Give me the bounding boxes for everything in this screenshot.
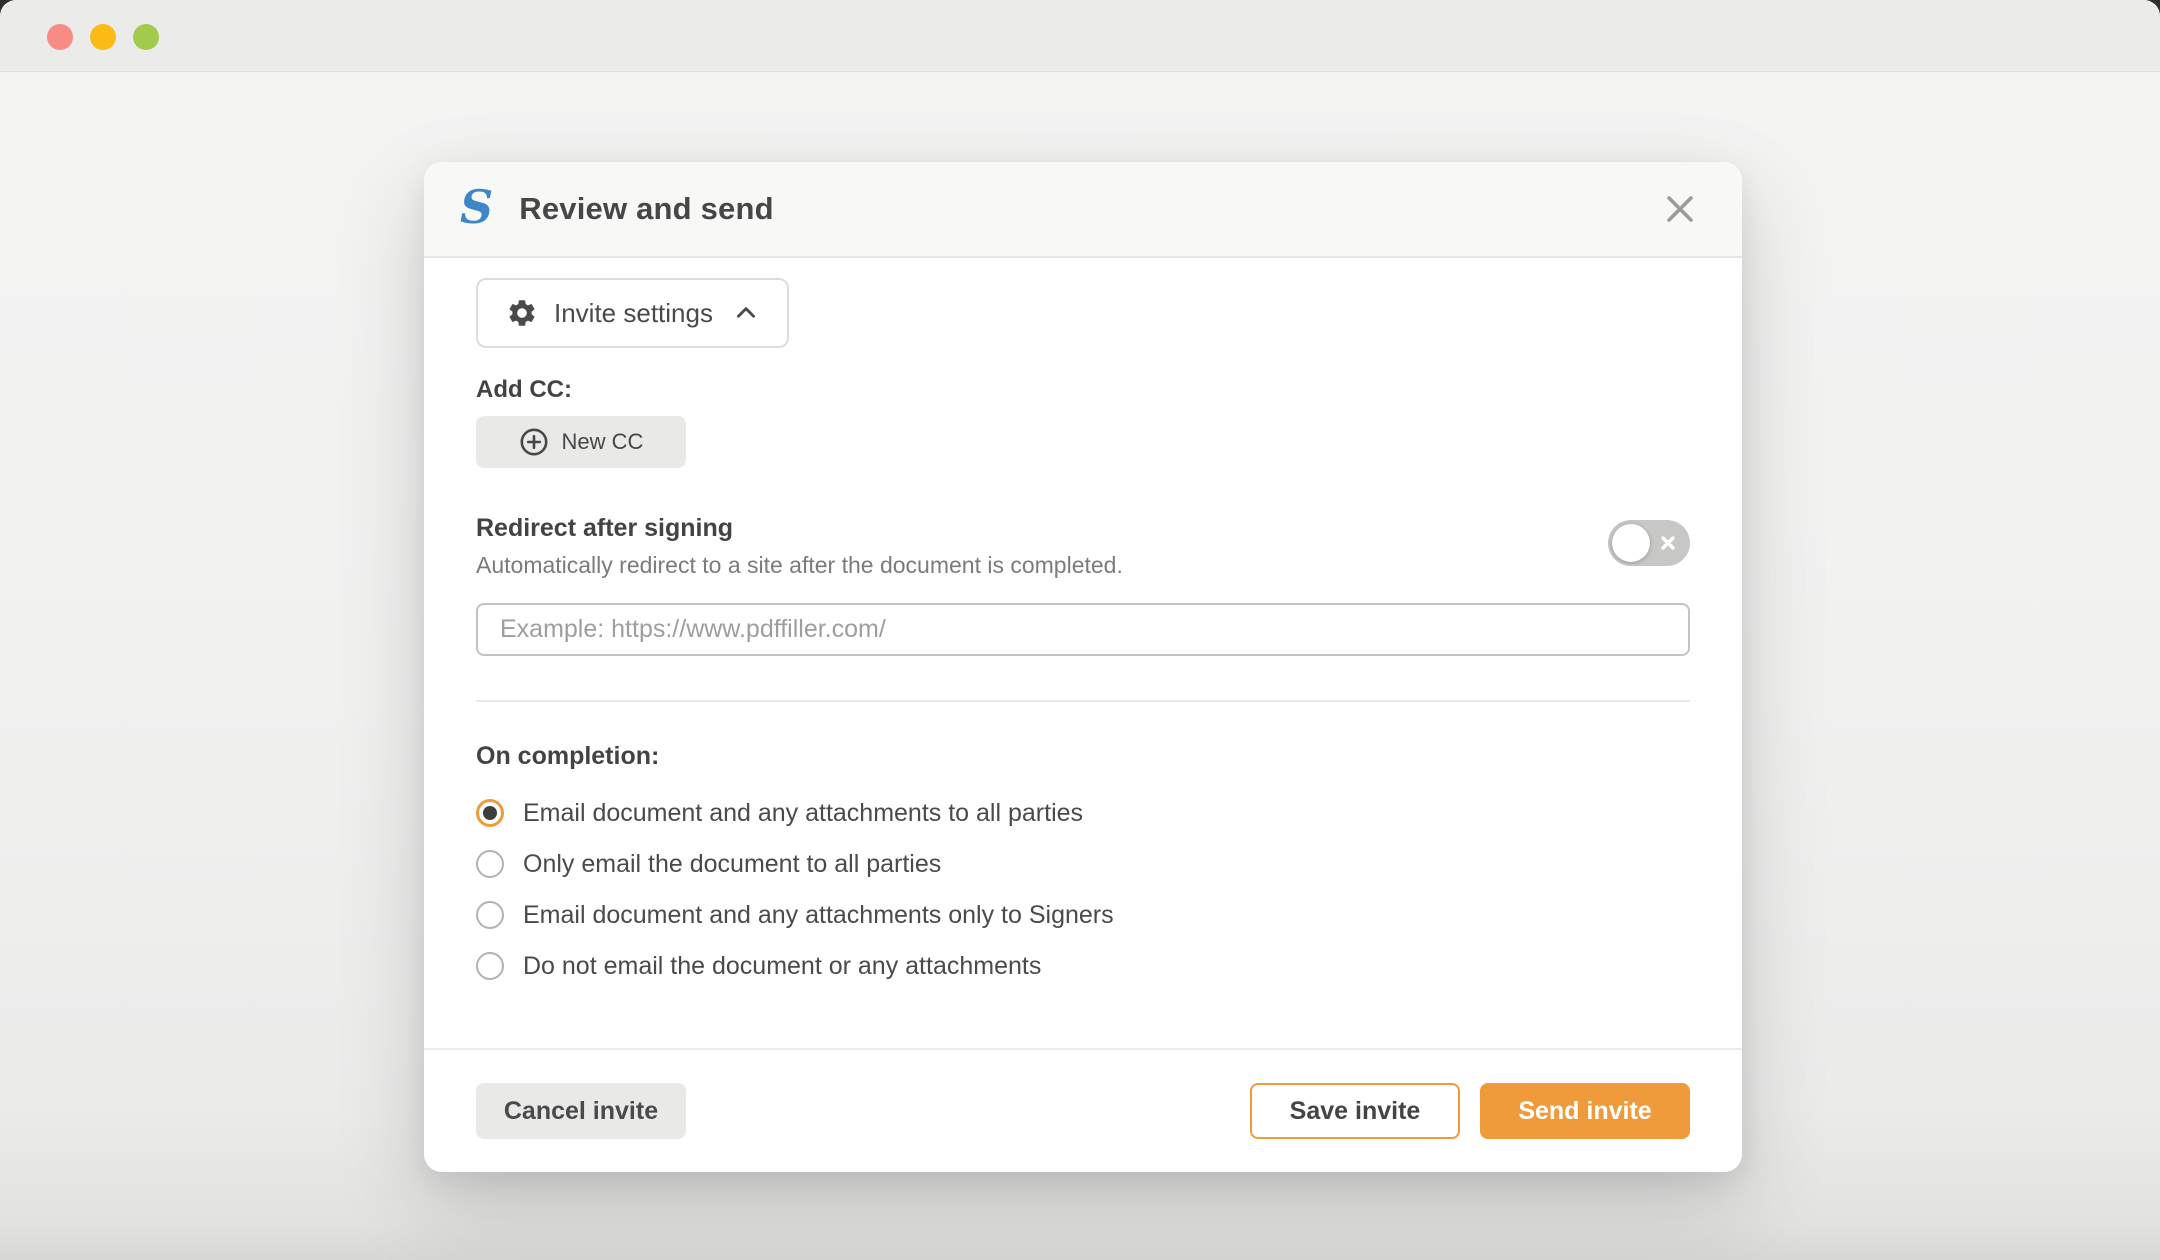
radio-option-do-not-email[interactable]: Do not email the document or any attachm…	[476, 950, 1690, 982]
close-dialog-button[interactable]	[1654, 183, 1706, 235]
cancel-invite-button[interactable]: Cancel invite	[476, 1083, 686, 1139]
minimize-window-button[interactable]	[90, 24, 116, 50]
radio-button[interactable]	[476, 952, 504, 980]
redirect-toggle[interactable]	[1608, 520, 1690, 566]
window-titlebar	[0, 0, 2160, 72]
zoom-window-button[interactable]	[133, 24, 159, 50]
radio-button[interactable]	[476, 901, 504, 929]
dialog-header: S Review and send	[424, 162, 1742, 258]
toggle-knob	[1612, 524, 1650, 562]
section-divider	[476, 700, 1690, 702]
save-invite-button[interactable]: Save invite	[1250, 1083, 1460, 1139]
dialog-footer: Cancel invite Save invite Send invite	[424, 1048, 1742, 1172]
signnow-logo-icon: S	[460, 184, 493, 230]
send-invite-button[interactable]: Send invite	[1480, 1083, 1690, 1139]
app-window: S Review and send Invite settings Add CC…	[0, 0, 2160, 1260]
review-and-send-dialog: S Review and send Invite settings Add CC…	[424, 162, 1742, 1172]
redirect-after-signing-row: Redirect after signing Automatically red…	[476, 514, 1690, 579]
redirect-title: Redirect after signing	[476, 514, 1123, 543]
new-cc-button[interactable]: New CC	[476, 416, 686, 468]
radio-button[interactable]	[476, 799, 504, 827]
plus-circle-icon	[519, 427, 549, 457]
invite-settings-button[interactable]: Invite settings	[476, 278, 789, 348]
redirect-url-input[interactable]	[476, 603, 1690, 656]
radio-button[interactable]	[476, 850, 504, 878]
close-window-button[interactable]	[47, 24, 73, 50]
close-icon	[1658, 187, 1702, 231]
traffic-lights	[47, 24, 159, 50]
radio-option-only-document-all-parties[interactable]: Only email the document to all parties	[476, 848, 1690, 880]
on-completion-options: Email document and any attachments to al…	[476, 797, 1690, 982]
radio-option-email-all-parties[interactable]: Email document and any attachments to al…	[476, 797, 1690, 829]
redirect-description: Automatically redirect to a site after t…	[476, 552, 1123, 579]
chevron-up-icon	[733, 300, 759, 326]
dialog-title: Review and send	[519, 191, 774, 227]
toggle-off-x-icon	[1659, 534, 1677, 552]
new-cc-label: New CC	[562, 429, 644, 455]
on-completion-label: On completion:	[476, 742, 1690, 771]
redirect-text: Redirect after signing Automatically red…	[476, 514, 1123, 579]
invite-settings-label: Invite settings	[554, 298, 713, 329]
gear-icon	[506, 297, 538, 329]
radio-option-attachments-only-signers[interactable]: Email document and any attachments only …	[476, 899, 1690, 931]
add-cc-label: Add CC:	[476, 376, 1690, 404]
dialog-body: Invite settings Add CC: New CC Redirect …	[424, 258, 1742, 1048]
